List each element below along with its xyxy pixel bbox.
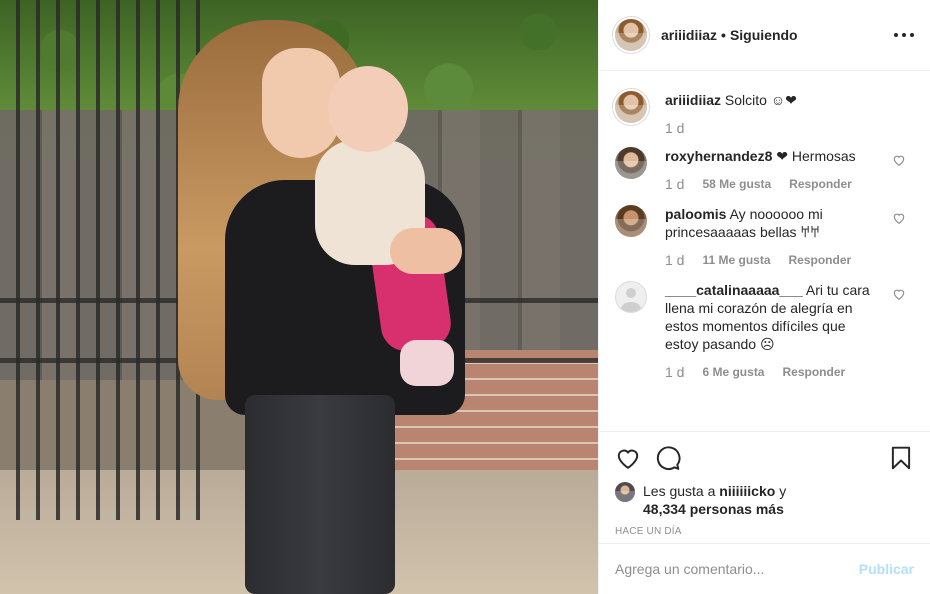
comment-username[interactable]: ____catalinaaaaa___ xyxy=(665,282,803,298)
comment-time[interactable]: 1 d xyxy=(665,177,684,191)
liker-avatar[interactable] xyxy=(615,482,635,502)
comment-time[interactable]: 1 d xyxy=(665,365,684,379)
comment-item: ____catalinaaaaa___ Ari tu cara llena mi… xyxy=(615,281,914,379)
liker-username[interactable]: niiiiiicko xyxy=(719,483,775,499)
post-photo[interactable] xyxy=(0,0,598,594)
reply-button[interactable]: Responder xyxy=(789,253,852,267)
post-time[interactable]: HACE UN DÍA xyxy=(615,526,914,537)
likes-summary: Les gusta a niiiiiicko y 48,334 personas… xyxy=(615,482,914,518)
publish-button[interactable]: Publicar xyxy=(859,561,914,577)
comment-avatar[interactable] xyxy=(615,281,647,313)
caption-username[interactable]: ariiidiiaz xyxy=(665,92,721,108)
photo-woman-jeans xyxy=(245,395,395,594)
comment-item: paloomis Ay noooooo mi princesaaaaas bel… xyxy=(615,205,914,267)
comment-avatar[interactable] xyxy=(615,205,647,237)
comment-item: roxyhernandez8 ❤︎ Hermosas 1 d 58 Me gus… xyxy=(615,147,914,191)
photo-baby-head xyxy=(328,66,408,152)
comments-list: ariiidiiaz Solcito ☺︎❤︎ 1 d roxyhernande… xyxy=(599,71,930,431)
heart-icon[interactable] xyxy=(615,445,641,471)
photo-woman-hand xyxy=(390,228,462,274)
likes-count-link[interactable]: 48,334 personas más xyxy=(643,501,784,517)
comment-text: ❤︎ Hermosas xyxy=(776,148,856,164)
bookmark-icon[interactable] xyxy=(888,445,914,471)
owner-avatar[interactable] xyxy=(615,19,647,51)
following-button[interactable]: Siguiendo xyxy=(730,27,798,43)
likes-conjunction: y xyxy=(779,483,787,499)
caption-avatar[interactable] xyxy=(615,91,647,123)
caption-text: Solcito ☺︎❤︎ xyxy=(724,92,797,108)
instagram-post: ariiidiiaz • Siguiendo ariiidiiaz Solcit… xyxy=(0,0,930,594)
comment-time[interactable]: 1 d xyxy=(665,253,684,267)
reply-button[interactable]: Responder xyxy=(789,177,852,191)
comment-icon[interactable] xyxy=(655,445,681,471)
comment-heart-icon[interactable] xyxy=(892,153,906,167)
comment-avatar[interactable] xyxy=(615,147,647,179)
add-comment-bar: Publicar xyxy=(599,543,930,594)
photo-baby-shoe xyxy=(400,340,454,386)
post-header: ariiidiiaz • Siguiendo xyxy=(599,0,930,71)
caption-time[interactable]: 1 d xyxy=(665,121,684,135)
comment-likes[interactable]: 11 Me gusta xyxy=(702,253,770,267)
comment-heart-icon[interactable] xyxy=(892,287,906,301)
comment-username[interactable]: paloomis xyxy=(665,206,726,222)
comment-likes[interactable]: 58 Me gusta xyxy=(702,177,771,191)
comment-input[interactable] xyxy=(615,561,859,577)
comment-username[interactable]: roxyhernandez8 xyxy=(665,148,772,164)
likes-prefix: Les gusta a xyxy=(643,483,716,499)
reply-button[interactable]: Responder xyxy=(782,365,845,379)
post-actions: Les gusta a niiiiiicko y 48,334 personas… xyxy=(599,431,930,543)
post-side-panel: ariiidiiaz • Siguiendo ariiidiiaz Solcit… xyxy=(598,0,930,594)
comment-likes[interactable]: 6 Me gusta xyxy=(702,365,764,379)
more-options-icon[interactable] xyxy=(894,33,914,37)
owner-username[interactable]: ariiidiiaz xyxy=(661,27,717,43)
comment-heart-icon[interactable] xyxy=(892,211,906,225)
header-separator: • xyxy=(721,27,726,43)
caption: ariiidiiaz Solcito ☺︎❤︎ 1 d xyxy=(615,91,914,135)
